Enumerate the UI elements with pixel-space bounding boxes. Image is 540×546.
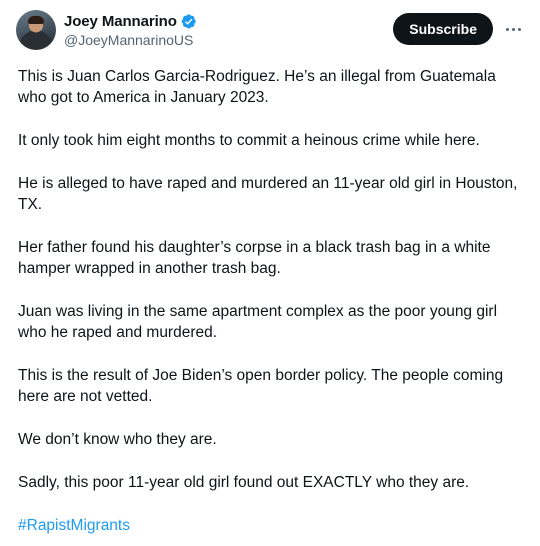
tweet-paragraph: Sadly, this poor 11-year old girl found … — [18, 474, 470, 491]
tweet-paragraph: He is alleged to have raped and murdered… — [18, 175, 518, 213]
avatar-hair — [28, 16, 44, 24]
hashtag-paragraph: #RapistMigrants — [18, 515, 523, 536]
tweet-paragraph: Her father found his daughter’s corpse i… — [18, 239, 491, 277]
tweet-text: This is Juan Carlos Garcia-Rodriguez. He… — [18, 66, 523, 546]
more-horizontal-icon[interactable] — [502, 18, 524, 40]
display-name-row: Joey Mannarino — [64, 11, 197, 31]
tweet-paragraph: We don’t know who they are. — [18, 431, 217, 448]
tweet-card: Joey Mannarino @JoeyMannarinoUS Subscrib… — [0, 0, 540, 546]
verified-badge-icon — [181, 13, 196, 28]
avatar[interactable] — [16, 10, 56, 50]
tweet-paragraph: It only took him eight months to commit … — [18, 132, 480, 149]
tweet-header: Joey Mannarino @JoeyMannarinoUS Subscrib… — [16, 8, 524, 52]
author-names: Joey Mannarino @JoeyMannarinoUS — [64, 11, 197, 48]
display-name[interactable]: Joey Mannarino — [64, 13, 177, 30]
subscribe-button[interactable]: Subscribe — [393, 13, 493, 45]
author-handle[interactable]: @JoeyMannarinoUS — [64, 32, 197, 48]
tweet-paragraph: This is the result of Joe Biden’s open b… — [18, 367, 504, 405]
hashtag-link[interactable]: #RapistMigrants — [18, 517, 130, 534]
tweet-paragraph: Juan was living in the same apartment co… — [18, 303, 498, 341]
tweet-paragraph: This is Juan Carlos Garcia-Rodriguez. He… — [18, 68, 496, 106]
